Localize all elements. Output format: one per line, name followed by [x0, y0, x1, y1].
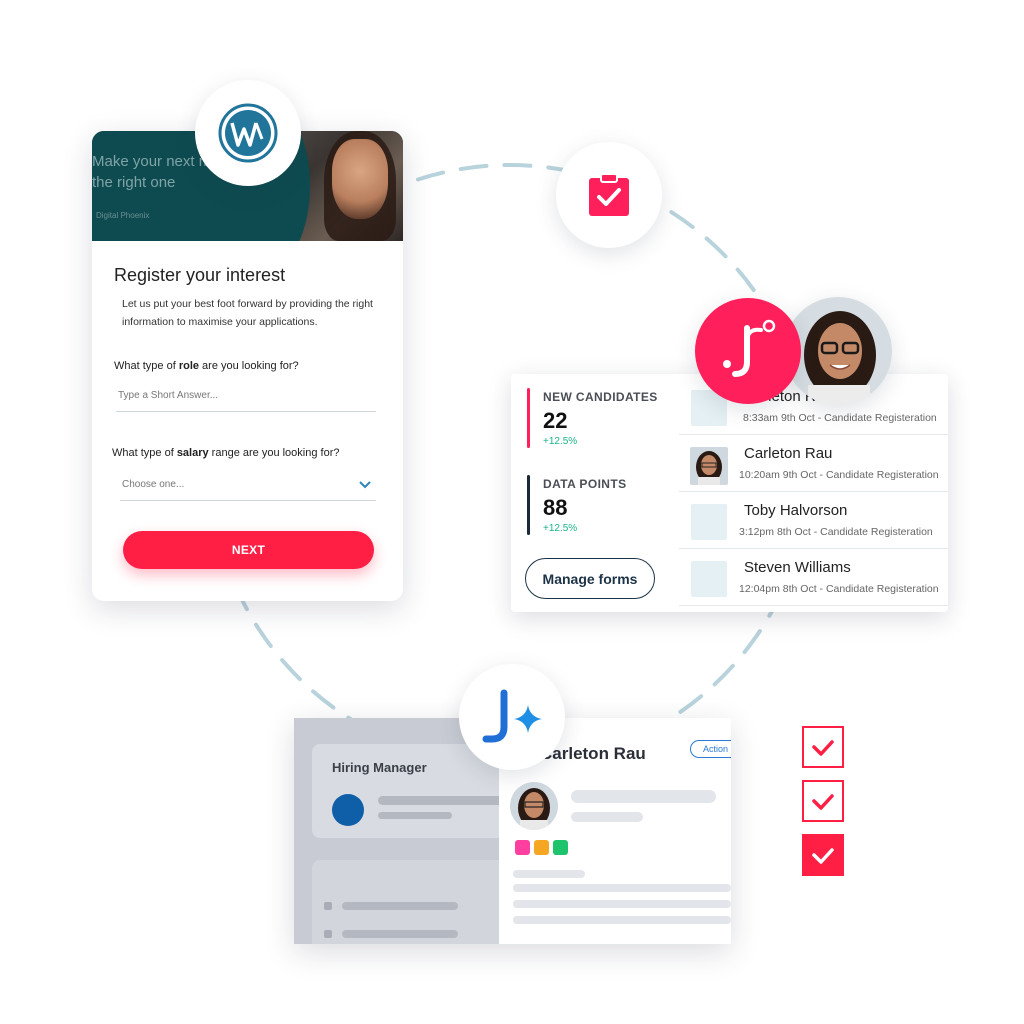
wordpress-badge: [195, 80, 301, 186]
list-item[interactable]: Steven Williams 12:04pm 8th Oct - Candid…: [679, 549, 948, 606]
tag-green: [553, 840, 568, 855]
chevron-down-icon: [359, 481, 371, 489]
form-title: Register your interest: [114, 265, 286, 285]
action-button[interactable]: Action: [690, 740, 731, 758]
avatar: [690, 447, 728, 485]
checkbox-checked-icon[interactable]: [802, 726, 844, 768]
clipboard-badge: [556, 142, 662, 248]
avatar-placeholder: [691, 504, 727, 540]
jplus-badge: [459, 664, 565, 770]
list-item[interactable]: Toby Halvorson 3:12pm 8th Oct - Candidat…: [679, 492, 948, 549]
hero-brand: Digital Phoenix: [96, 211, 150, 220]
tag-pink: [515, 840, 530, 855]
tag-orange: [534, 840, 549, 855]
salary-question: What type of salary range are you lookin…: [112, 447, 340, 459]
wordpress-logo-icon: [218, 103, 278, 163]
checkbox-checked-filled-icon[interactable]: [802, 834, 844, 876]
manager-avatar: [332, 794, 364, 826]
hero-face: [332, 139, 388, 219]
candidate-name: Carleton Rau: [540, 744, 646, 763]
clipboard-check-icon: [589, 173, 629, 216]
avatar: [510, 782, 558, 830]
list-item[interactable]: Carleton Rau 10:20am 9th Oct - Candidate…: [679, 435, 948, 492]
role-input[interactable]: Type a Short Answer...: [116, 386, 376, 412]
j-sparkle-logo-icon: [482, 689, 542, 743]
candidates-dashboard-card: NEW CANDIDATES 22 +12.5% DATA POINTS 88 …: [511, 374, 948, 612]
avatar-placeholder: [691, 561, 727, 597]
checkbox-checked-icon[interactable]: [802, 780, 844, 822]
candidate-list: Carleton Rau 8:33am 9th Oct - Candidate …: [679, 374, 948, 612]
jf-logo-badge: [695, 298, 801, 404]
manage-forms-button[interactable]: Manage forms: [525, 558, 655, 599]
role-question: What type of role are you looking for?: [114, 360, 299, 372]
jf-logo-icon: [723, 319, 776, 377]
next-button[interactable]: NEXT: [123, 531, 374, 569]
register-form-card: Make your next m the right one Digital P…: [92, 131, 403, 601]
form-description: Let us put your best foot forward by pro…: [122, 298, 373, 328]
hiring-manager-title: Hiring Manager: [332, 760, 427, 775]
salary-select[interactable]: Choose one...: [120, 475, 376, 501]
hero-headline: Make your next m the right one: [92, 153, 212, 191]
